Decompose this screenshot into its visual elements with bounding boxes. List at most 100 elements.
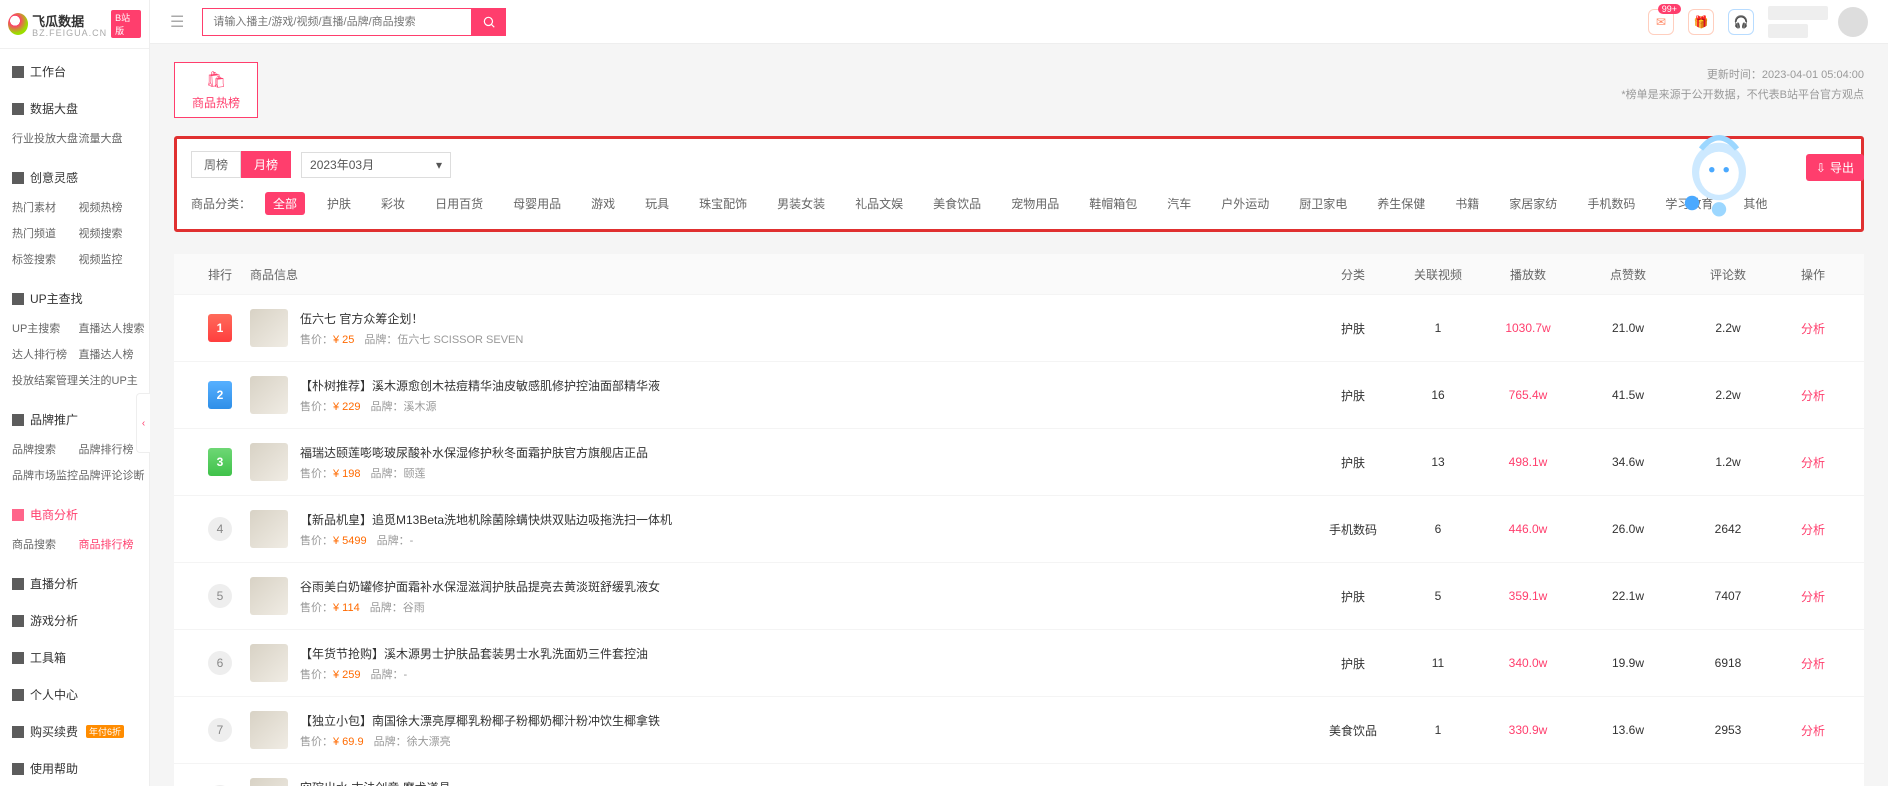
user-block[interactable] <box>1768 6 1868 38</box>
nav-group-6[interactable]: 直播分析 <box>0 567 149 600</box>
nav-item-4-0[interactable]: 品牌搜索 <box>8 436 75 462</box>
nav-item-2-1[interactable]: 视频热榜 <box>75 194 142 220</box>
nav-item-2-4[interactable]: 标签搜索 <box>8 246 75 272</box>
nav-group-11[interactable]: 使用帮助 <box>0 752 149 785</box>
nav-item-4-3[interactable]: 品牌评论诊断 <box>75 462 142 488</box>
nav-item-3-3[interactable]: 直播达人榜 <box>75 341 142 367</box>
analyze-link[interactable]: 分析 <box>1801 523 1825 537</box>
category-chip-17[interactable]: 书籍 <box>1447 192 1487 215</box>
product-image[interactable] <box>250 778 288 786</box>
product-image[interactable] <box>250 711 288 749</box>
cell-play: 765.4w <box>1478 388 1578 402</box>
category-chip-7[interactable]: 珠宝配饰 <box>691 192 755 215</box>
product-image[interactable] <box>250 577 288 615</box>
nav-item-1-1[interactable]: 流量大盘 <box>75 125 142 151</box>
product-title[interactable]: 【新品机皇】追觅M13Beta洗地机除菌除螨快烘双贴边吸拖洗扫一体机 <box>300 511 672 528</box>
search-button[interactable] <box>472 8 506 36</box>
nav-group-9[interactable]: 个人中心 <box>0 678 149 711</box>
category-chip-15[interactable]: 厨卫家电 <box>1291 192 1355 215</box>
nav-group-4[interactable]: 品牌推广 <box>0 403 149 436</box>
period-tab-1[interactable]: 月榜 <box>241 151 291 178</box>
nav-group-8[interactable]: 工具箱 <box>0 641 149 674</box>
category-chip-5[interactable]: 游戏 <box>583 192 623 215</box>
nav-item-3-0[interactable]: UP主搜索 <box>8 315 75 341</box>
category-chip-11[interactable]: 宠物用品 <box>1003 192 1067 215</box>
product-image[interactable] <box>250 443 288 481</box>
nav-icon <box>12 652 24 664</box>
nav-group-2[interactable]: 创意灵感 <box>0 161 149 194</box>
nav-item-4-1[interactable]: 品牌排行榜 <box>75 436 142 462</box>
product-title[interactable]: 谷雨美白奶罐修护面霜补水保湿滋润护肤品提亮去黄淡斑舒缓乳液女 <box>300 578 660 595</box>
nav-group-5[interactable]: 电商分析 <box>0 498 149 531</box>
category-chip-4[interactable]: 母婴用品 <box>505 192 569 215</box>
category-chip-8[interactable]: 男装女装 <box>769 192 833 215</box>
product-image[interactable] <box>250 376 288 414</box>
product-title[interactable]: 伍六七 官方众筹企划！ <box>300 310 523 327</box>
category-chip-0[interactable]: 全部 <box>265 192 305 215</box>
category-chip-18[interactable]: 家居家纺 <box>1501 192 1565 215</box>
nav-item-3-5[interactable]: 关注的UP主 <box>75 367 142 393</box>
table-row: 4【新品机皇】追觅M13Beta洗地机除菌除螨快烘双贴边吸拖洗扫一体机售价：¥ … <box>174 495 1864 562</box>
period-select[interactable]: 2023年03月 ▾ <box>301 152 451 178</box>
nav-group-0[interactable]: 工作台 <box>0 55 149 88</box>
support-icon[interactable]: 🎧 <box>1728 9 1754 35</box>
category-chip-14[interactable]: 户外运动 <box>1213 192 1277 215</box>
nav-item-2-2[interactable]: 热门频道 <box>8 220 75 246</box>
analyze-link[interactable]: 分析 <box>1801 456 1825 470</box>
category-chip-9[interactable]: 礼品文娱 <box>847 192 911 215</box>
nav-group-7[interactable]: 游戏分析 <box>0 604 149 637</box>
nav-item-1-0[interactable]: 行业投放大盘 <box>8 125 75 151</box>
analyze-link[interactable]: 分析 <box>1801 657 1825 671</box>
product-title[interactable]: 福瑞达颐莲嘭嘭玻尿酸补水保湿修护秋冬面霜护肤官方旗舰店正品 <box>300 444 648 461</box>
nav-item-2-5[interactable]: 视频监控 <box>75 246 142 272</box>
product-title[interactable]: 【年货节抢购】溪木源男士护肤品套装男士水乳洗面奶三件套控油 <box>300 645 648 662</box>
category-chip-6[interactable]: 玩具 <box>637 192 677 215</box>
nav-item-2-3[interactable]: 视频搜索 <box>75 220 142 246</box>
category-chip-13[interactable]: 汽车 <box>1159 192 1199 215</box>
category-chip-21[interactable]: 其他 <box>1735 192 1775 215</box>
product-title[interactable]: 【朴树推荐】溪木源愈创木祛痘精华油皮敏感肌修护控油面部精华液 <box>300 377 660 394</box>
period-tab-0[interactable]: 周榜 <box>191 151 241 178</box>
analyze-link[interactable]: 分析 <box>1801 389 1825 403</box>
nav-item-4-2[interactable]: 品牌市场监控 <box>8 462 75 488</box>
th-comment: 评论数 <box>1678 266 1778 283</box>
analyze-link[interactable]: 分析 <box>1801 590 1825 604</box>
content: 🛍 商品热榜 更新时间：2023-04-01 05:04:00 *榜单是来源于公… <box>150 44 1888 786</box>
product-title[interactable]: 空碗出水 古法创意 魔术道具 <box>300 779 451 786</box>
nav-group-3[interactable]: UP主查找 <box>0 282 149 315</box>
rank-badge: 1 <box>208 314 232 342</box>
nav-item-3-2[interactable]: 达人排行榜 <box>8 341 75 367</box>
category-chip-19[interactable]: 手机数码 <box>1579 192 1643 215</box>
logo[interactable]: 飞瓜数据 BZ.FEIGUA.CN B站版 <box>0 0 149 49</box>
search-input[interactable] <box>202 8 472 36</box>
category-chip-3[interactable]: 日用百货 <box>427 192 491 215</box>
nav-item-5-1[interactable]: 商品排行榜 <box>75 531 142 557</box>
category-chip-16[interactable]: 养生保健 <box>1369 192 1433 215</box>
export-button[interactable]: ⇩ 导出 <box>1806 154 1864 181</box>
tab-product-hot[interactable]: 🛍 商品热榜 <box>174 62 258 118</box>
gift-icon[interactable]: 🎁 <box>1688 9 1714 35</box>
nav-group-10[interactable]: 购买续费年付6折 <box>0 715 149 748</box>
sidebar-collapse-handle[interactable]: ‹ <box>136 393 150 453</box>
nav-item-3-4[interactable]: 投放结案管理 <box>8 367 75 393</box>
product-image[interactable] <box>250 309 288 347</box>
notification-icon[interactable]: ✉99+ <box>1648 9 1674 35</box>
nav-item-3-1[interactable]: 直播达人搜索 <box>75 315 142 341</box>
category-chip-12[interactable]: 鞋帽箱包 <box>1081 192 1145 215</box>
nav-item-2-0[interactable]: 热门素材 <box>8 194 75 220</box>
menu-toggle-icon[interactable]: ☰ <box>170 12 184 32</box>
analyze-link[interactable]: 分析 <box>1801 322 1825 336</box>
updated-value: 2023-04-01 05:04:00 <box>1762 69 1864 81</box>
avatar[interactable] <box>1838 7 1868 37</box>
category-chip-1[interactable]: 护肤 <box>319 192 359 215</box>
product-title[interactable]: 【独立小包】南国徐大漂亮厚椰乳粉椰子粉椰奶椰汁粉冲饮生椰拿铁 <box>300 712 660 729</box>
nav-group-1[interactable]: 数据大盘 <box>0 92 149 125</box>
product-image[interactable] <box>250 644 288 682</box>
category-chip-10[interactable]: 美食饮品 <box>925 192 989 215</box>
product-image[interactable] <box>250 510 288 548</box>
category-chip-2[interactable]: 彩妆 <box>373 192 413 215</box>
table-row: 2【朴树推荐】溪木源愈创木祛痘精华油皮敏感肌修护控油面部精华液售价：¥ 229品… <box>174 361 1864 428</box>
category-chip-20[interactable]: 学习教育 <box>1657 192 1721 215</box>
nav-item-5-0[interactable]: 商品搜索 <box>8 531 75 557</box>
analyze-link[interactable]: 分析 <box>1801 724 1825 738</box>
